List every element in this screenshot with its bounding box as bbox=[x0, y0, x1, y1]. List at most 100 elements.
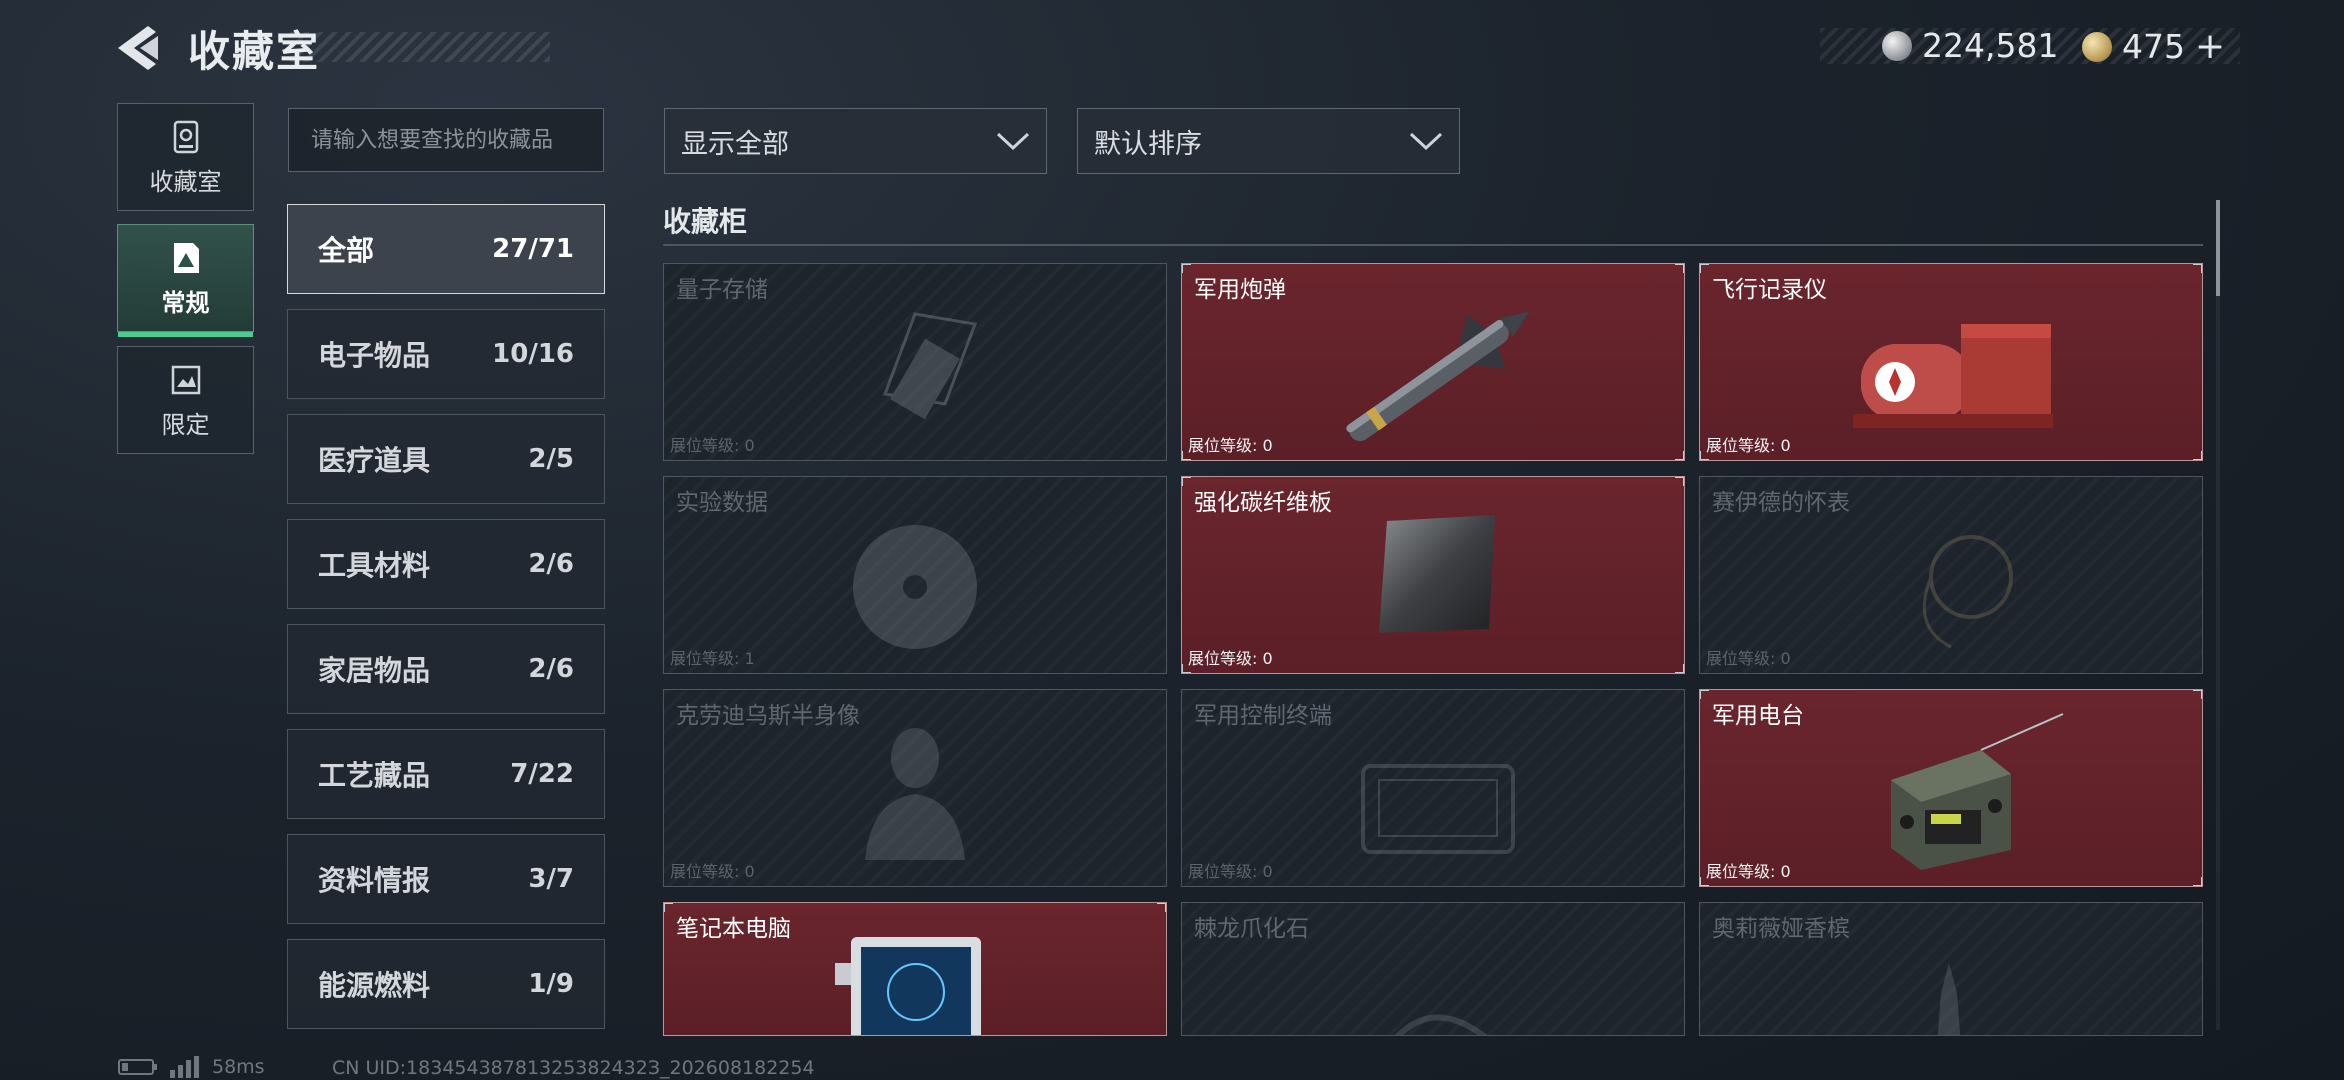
category-name: 工具材料 bbox=[318, 549, 431, 582]
limited-icon bbox=[171, 365, 200, 394]
item-level: 展位等级: 0 bbox=[670, 436, 755, 455]
category-intel[interactable]: 资料情报 3/7 bbox=[287, 834, 605, 924]
category-medical[interactable]: 医疗道具 2/5 bbox=[287, 414, 605, 504]
title-decoration bbox=[290, 32, 550, 62]
nav-tab-label: 限定 bbox=[161, 410, 210, 439]
cabinet-item-champagne[interactable]: 奥莉薇娅香槟 bbox=[1699, 902, 2203, 1036]
cabinet-item-quantum-storage[interactable]: 量子存储 展位等级: 0 bbox=[663, 263, 1167, 461]
cabinet-item-laptop[interactable]: 笔记本电脑 bbox=[663, 902, 1167, 1036]
category-name: 电子物品 bbox=[318, 339, 431, 372]
item-level: 展位等级: 0 bbox=[1706, 436, 1791, 455]
control-terminal-icon bbox=[1361, 764, 1515, 854]
item-name: 量子存储 bbox=[676, 277, 768, 303]
item-name: 笔记本电脑 bbox=[676, 916, 791, 942]
category-crafts[interactable]: 工艺藏品 7/22 bbox=[287, 729, 605, 819]
cabinet-item-control-terminal[interactable]: 军用控制终端 展位等级: 0 bbox=[1181, 689, 1685, 887]
item-name: 赛伊德的怀表 bbox=[1712, 490, 1850, 516]
bust-icon bbox=[865, 728, 965, 860]
sort-value: 默认排序 bbox=[1094, 128, 1202, 160]
back-button[interactable] bbox=[112, 20, 168, 76]
nav-tab-label: 收藏室 bbox=[149, 167, 222, 196]
category-name: 全部 bbox=[318, 234, 375, 267]
category-energy[interactable]: 能源燃料 1/9 bbox=[287, 939, 605, 1029]
laptop-icon bbox=[835, 937, 981, 1035]
category-count: 2/6 bbox=[528, 549, 574, 579]
gold-coin-icon bbox=[2082, 31, 2112, 62]
section-divider bbox=[663, 244, 2203, 246]
cabinet-title: 收藏柜 bbox=[663, 205, 748, 238]
item-level: 展位等级: 0 bbox=[1188, 649, 1273, 668]
sort-dropdown[interactable]: 默认排序 bbox=[1077, 108, 1460, 174]
category-count: 10/16 bbox=[492, 339, 574, 369]
add-currency-button[interactable]: + bbox=[2195, 26, 2225, 67]
item-level: 展位等级: 0 bbox=[1188, 436, 1273, 455]
category-count: 7/22 bbox=[510, 759, 574, 789]
cabinet-item-bust[interactable]: 克劳迪乌斯半身像 展位等级: 0 bbox=[663, 689, 1167, 887]
category-electronics[interactable]: 电子物品 10/16 bbox=[287, 309, 605, 399]
item-level: 展位等级: 0 bbox=[1188, 862, 1273, 881]
signal-icon bbox=[170, 1056, 199, 1078]
category-name: 能源燃料 bbox=[318, 969, 431, 1002]
nav-tab-label: 常规 bbox=[161, 288, 210, 317]
cabinet-item-military-radio[interactable]: 军用电台 展位等级: 0 bbox=[1699, 689, 2203, 887]
active-tab-indicator bbox=[118, 332, 253, 337]
item-level: 展位等级: 0 bbox=[670, 862, 755, 881]
scrollbar-thumb[interactable] bbox=[2216, 200, 2220, 296]
cabinet-item-claw-fossil[interactable]: 棘龙爪化石 bbox=[1181, 902, 1685, 1036]
pocket-watch-icon bbox=[1922, 535, 2013, 649]
claw-fossil-icon bbox=[1395, 1014, 1488, 1035]
category-all[interactable]: 全部 27/71 bbox=[287, 204, 605, 294]
military-shell-icon bbox=[1346, 311, 1530, 442]
category-name: 医疗道具 bbox=[318, 444, 431, 477]
category-tools[interactable]: 工具材料 2/6 bbox=[287, 519, 605, 609]
quantum-storage-icon bbox=[882, 312, 978, 420]
display-filter-dropdown[interactable]: 显示全部 bbox=[664, 108, 1047, 174]
chevron-down-icon bbox=[1409, 132, 1443, 151]
item-name: 强化碳纤维板 bbox=[1194, 490, 1332, 516]
item-name: 飞行记录仪 bbox=[1712, 277, 1827, 303]
silver-currency-value: 224,581 bbox=[1922, 26, 2059, 65]
item-name: 军用电台 bbox=[1712, 703, 1804, 729]
category-count: 2/6 bbox=[528, 654, 574, 684]
category-name: 资料情报 bbox=[318, 864, 431, 897]
category-count: 1/9 bbox=[528, 969, 574, 999]
flight-recorder-icon bbox=[1853, 324, 2053, 428]
item-level: 展位等级: 0 bbox=[1706, 649, 1791, 668]
battery-icon bbox=[118, 1059, 157, 1075]
item-level: 展位等级: 1 bbox=[670, 649, 755, 668]
champagne-icon bbox=[1937, 963, 1961, 1035]
category-household[interactable]: 家居物品 2/6 bbox=[287, 624, 605, 714]
chevron-down-icon bbox=[996, 132, 1030, 151]
cabinet-item-flight-recorder[interactable]: 飞行记录仪 展位等级: 0 bbox=[1699, 263, 2203, 461]
gold-currency[interactable]: 475 + bbox=[2082, 26, 2225, 67]
page-title: 收藏室 bbox=[188, 27, 321, 76]
status-bar: 58ms bbox=[118, 1056, 265, 1078]
regular-icon bbox=[173, 242, 199, 273]
category-count: 2/5 bbox=[528, 444, 574, 474]
nav-tab-regular[interactable]: 常规 bbox=[117, 224, 254, 337]
search-input[interactable] bbox=[288, 108, 604, 172]
user-uid: CN UID:18345438781325382432З_20260818225… bbox=[332, 1057, 815, 1079]
item-name: 军用炮弹 bbox=[1194, 277, 1286, 303]
item-name: 实验数据 bbox=[676, 490, 768, 516]
cabinet-item-pocket-watch[interactable]: 赛伊德的怀表 展位等级: 0 bbox=[1699, 476, 2203, 674]
cabinet-item-carbon-fiber-plate[interactable]: 强化碳纤维板 展位等级: 0 bbox=[1181, 476, 1685, 674]
collection-room-icon bbox=[173, 120, 198, 153]
gold-currency-value: 475 bbox=[2122, 27, 2185, 66]
item-name: 军用控制终端 bbox=[1194, 703, 1332, 729]
cabinet-item-experiment-data[interactable]: 实验数据 展位等级: 1 bbox=[663, 476, 1167, 674]
cabinet-item-military-shell[interactable]: 军用炮弹 展位等级: 0 bbox=[1181, 263, 1685, 461]
category-name: 工艺藏品 bbox=[318, 759, 431, 792]
scrollbar-track[interactable] bbox=[2216, 200, 2220, 1030]
display-filter-value: 显示全部 bbox=[681, 128, 789, 160]
military-radio-icon bbox=[1891, 713, 2064, 870]
silver-coin-icon bbox=[1882, 30, 1912, 61]
category-count: 3/7 bbox=[528, 864, 574, 894]
item-level: 展位等级: 0 bbox=[1706, 862, 1791, 881]
nav-tab-collection-room[interactable]: 收藏室 bbox=[117, 103, 254, 211]
category-name: 家居物品 bbox=[318, 654, 431, 687]
nav-tab-limited[interactable]: 限定 bbox=[117, 346, 254, 454]
item-name: 克劳迪乌斯半身像 bbox=[676, 703, 860, 729]
back-arrow-icon bbox=[118, 26, 158, 70]
silver-currency: 224,581 bbox=[1882, 26, 2058, 65]
